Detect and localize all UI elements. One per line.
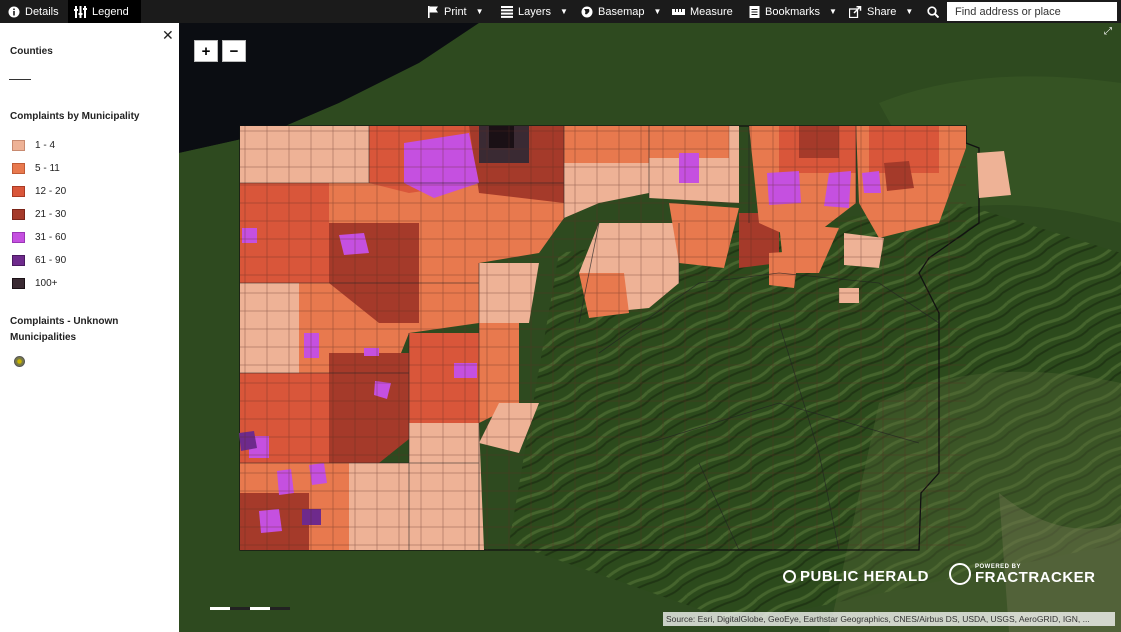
basemap-menu[interactable]: Basemap ▼	[581, 0, 661, 23]
swatch	[12, 139, 25, 151]
legend-sliders-icon	[74, 5, 87, 18]
layers-menu[interactable]: Layers ▼	[501, 0, 568, 23]
layers-label: Layers	[518, 5, 552, 18]
satellite-basemap	[179, 23, 1121, 632]
public-herald-logo: PUBLIC HERALD	[783, 568, 929, 585]
bookmarks-label: Bookmarks	[765, 5, 821, 18]
zoom-in-label: +	[201, 42, 211, 60]
basemap-label: Basemap	[598, 5, 645, 18]
legend-item: 100+	[12, 276, 58, 290]
legend-label: Legend	[92, 5, 129, 18]
details-tab[interactable]: Details	[8, 0, 59, 23]
counties-heading: Counties	[10, 46, 53, 57]
search-input[interactable]	[947, 2, 1117, 21]
unknown-point-symbol	[14, 356, 25, 367]
legend-item-label: 1 - 4	[35, 139, 56, 151]
chevron-down-icon: ▼	[653, 7, 662, 16]
info-icon	[8, 6, 20, 17]
swatch	[12, 185, 25, 197]
list-icon	[501, 5, 513, 18]
fractracker-text: FRACTRACKER	[975, 568, 1096, 586]
swatch	[12, 231, 25, 243]
legend-item-label: 31 - 60	[35, 231, 67, 243]
legend-item-label: 12 - 20	[35, 185, 67, 197]
share-label: Share	[867, 5, 897, 18]
print-menu[interactable]: Print ▼	[428, 0, 484, 23]
zoom-out-button[interactable]: −	[222, 40, 246, 62]
legend-item-label: 5 - 11	[35, 162, 60, 174]
zoom-in-button[interactable]: +	[194, 40, 218, 62]
zoom-out-label: −	[229, 42, 239, 60]
share-icon	[849, 5, 862, 18]
map-view[interactable]: + − ⤢ PUBLIC HERALD POWERED BY FRACTRACK…	[179, 23, 1121, 632]
search-icon	[927, 5, 939, 18]
chevron-down-icon: ▼	[560, 7, 568, 16]
complaints-heading: Complaints by Municipality	[10, 111, 140, 122]
legend-item-label: 61 - 90	[35, 254, 67, 266]
fractracker-globe-icon	[949, 563, 971, 585]
globe-icon	[581, 6, 593, 17]
chevron-down-icon: ▼	[475, 7, 484, 16]
measure-label: Measure	[690, 5, 733, 18]
fractracker-logo: POWERED BY FRACTRACKER	[949, 563, 1096, 585]
scale-bar	[210, 607, 290, 610]
bookmark-icon	[749, 5, 760, 18]
legend-item: 31 - 60	[12, 230, 66, 244]
chevron-down-icon: ▼	[829, 7, 837, 16]
flag-icon	[428, 5, 438, 18]
swatch	[12, 277, 25, 289]
details-label: Details	[25, 5, 59, 18]
legend-panel: ✕ Counties Complaints by Municipality 1 …	[0, 23, 179, 632]
legend-item-label: 100+	[35, 277, 58, 289]
chevron-down-icon: ▼	[905, 7, 914, 16]
top-toolbar: Details Legend Print ▼ Layers ▼ Basemap …	[0, 0, 1121, 23]
legend-item: 21 - 30	[12, 207, 66, 221]
legend-item: 12 - 20	[12, 184, 66, 198]
legend-item-label: 21 - 30	[35, 208, 67, 220]
map-attribution: Source: Esri, DigitalGlobe, GeoEye, Eart…	[663, 612, 1115, 626]
swatch	[12, 208, 25, 220]
close-icon[interactable]: ✕	[162, 27, 174, 44]
legend-item: 61 - 90	[12, 253, 66, 267]
public-herald-icon	[783, 570, 796, 583]
legend-tab[interactable]: Legend	[68, 0, 141, 23]
legend-item: 1 - 4	[12, 138, 55, 152]
print-label: Print	[444, 5, 467, 18]
expand-icon[interactable]: ⤢	[1104, 26, 1112, 37]
legend-item: 5 - 11	[12, 161, 60, 175]
bookmarks-menu[interactable]: Bookmarks ▼	[749, 0, 837, 23]
swatch	[12, 162, 25, 174]
search-button[interactable]	[927, 0, 939, 23]
measure-button[interactable]: Measure	[672, 0, 733, 23]
public-herald-text: PUBLIC HERALD	[800, 568, 929, 585]
ruler-icon	[672, 8, 685, 15]
swatch	[12, 254, 25, 266]
share-menu[interactable]: Share ▼	[849, 0, 913, 23]
counties-line-symbol	[9, 79, 31, 80]
unknown-heading-line2: Municipalities	[10, 332, 77, 343]
unknown-heading: Complaints - Unknown	[10, 316, 119, 327]
